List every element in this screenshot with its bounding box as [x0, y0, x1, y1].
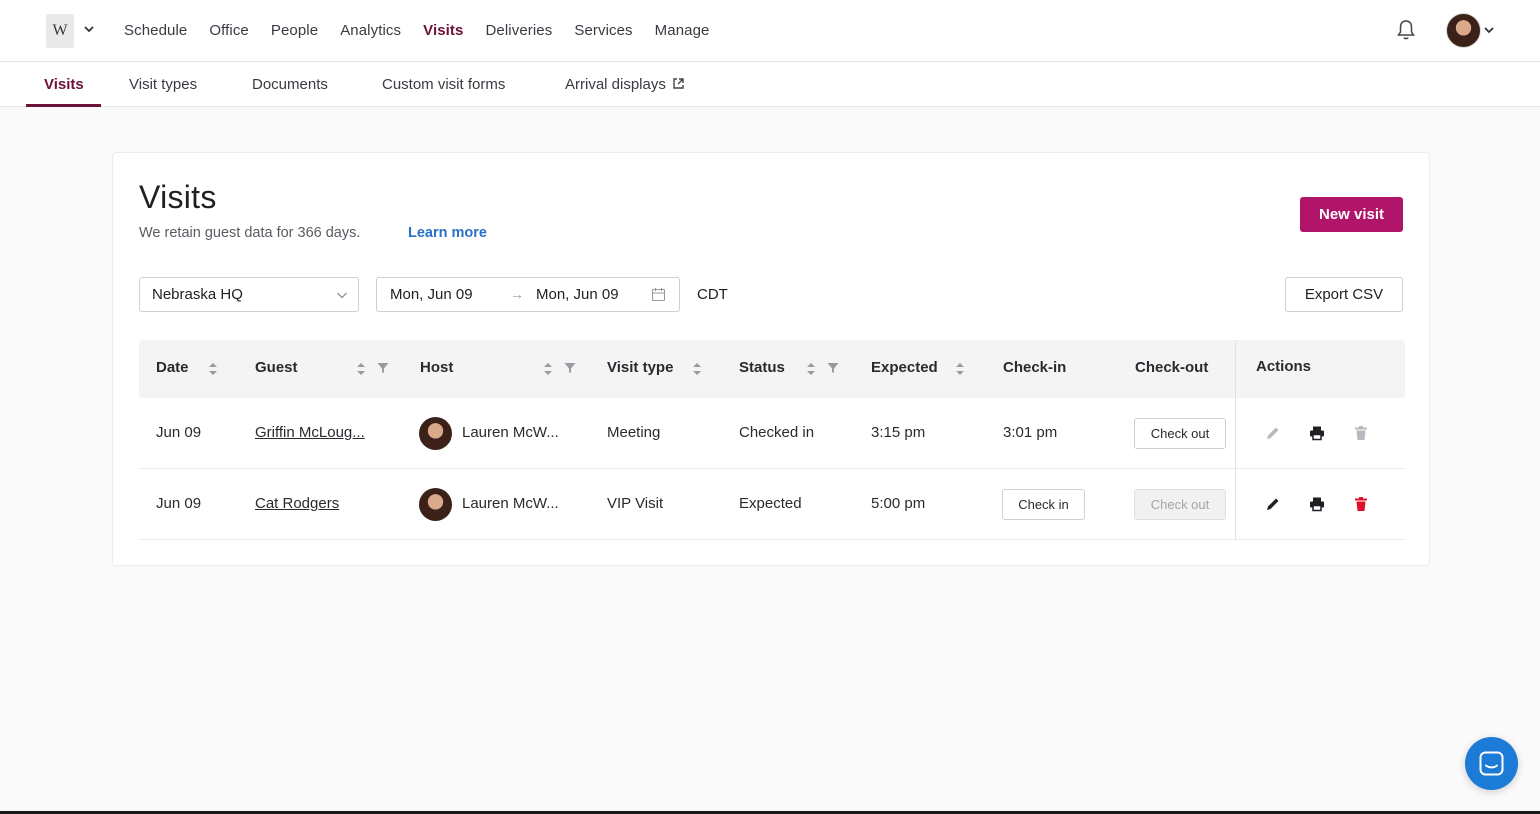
chat-launcher-button[interactable]: [1465, 737, 1518, 790]
sort-icon[interactable]: [955, 361, 965, 377]
edit-icon[interactable]: [1265, 496, 1281, 512]
filter-icon[interactable]: [564, 362, 576, 374]
sort-icon[interactable]: [543, 361, 553, 377]
delete-icon[interactable]: [1353, 425, 1369, 441]
header-check-out: Check-out: [1135, 359, 1209, 376]
nav-schedule[interactable]: Schedule: [124, 20, 187, 42]
header-status[interactable]: Status: [739, 359, 785, 376]
nav-analytics[interactable]: Analytics: [340, 20, 401, 42]
cell-date: Jun 09: [156, 495, 202, 512]
location-value: Nebraska HQ: [152, 286, 243, 303]
nav-services[interactable]: Services: [574, 20, 632, 42]
guest-link[interactable]: Cat Rodgers: [255, 495, 339, 512]
nav-office[interactable]: Office: [209, 20, 249, 42]
export-csv-button[interactable]: Export CSV: [1285, 277, 1403, 312]
calendar-icon: [651, 288, 666, 302]
chevron-down-icon[interactable]: [82, 22, 96, 36]
table-row: Jun 09 Cat Rodgers Lauren McW... VIP Vis…: [139, 469, 1405, 540]
tab-custom-visit-forms[interactable]: Custom visit forms: [382, 76, 505, 93]
column-divider: [1235, 469, 1236, 540]
check-out-button: Check out: [1134, 489, 1226, 520]
cell-host: Lauren McW...: [462, 424, 559, 441]
new-visit-button[interactable]: New visit: [1300, 197, 1403, 232]
edit-icon[interactable]: [1265, 425, 1281, 441]
column-divider: [1235, 340, 1236, 398]
print-icon[interactable]: [1309, 496, 1325, 512]
filter-icon[interactable]: [377, 362, 389, 374]
tab-arrival-displays[interactable]: Arrival displays: [565, 76, 685, 93]
user-avatar[interactable]: [1446, 13, 1481, 48]
filter-icon[interactable]: [827, 362, 839, 374]
cell-status: Expected: [739, 495, 802, 512]
sort-icon[interactable]: [356, 361, 366, 377]
date-start[interactable]: Mon, Jun 09: [390, 286, 473, 303]
tab-visit-types[interactable]: Visit types: [129, 76, 197, 93]
cell-visit-type: VIP Visit: [607, 495, 664, 512]
tab-visits[interactable]: Visits: [44, 76, 84, 93]
cell-expected: 5:00 pm: [871, 495, 926, 512]
chat-icon: [1479, 751, 1504, 776]
header-expected[interactable]: Expected: [871, 359, 938, 376]
external-link-icon: [673, 78, 684, 89]
logo-letter: W: [52, 22, 68, 39]
header-guest[interactable]: Guest: [255, 359, 298, 376]
table-row: Jun 09 Griffin McLoug... Lauren McW... M…: [139, 398, 1405, 469]
cell-expected: 3:15 pm: [871, 424, 926, 441]
date-arrow: →: [510, 286, 524, 302]
nav-deliveries[interactable]: Deliveries: [485, 20, 552, 42]
company-logo[interactable]: W: [46, 14, 74, 48]
location-select[interactable]: Nebraska HQ: [139, 277, 359, 312]
sort-icon[interactable]: [692, 361, 702, 377]
header-visit-type[interactable]: Visit type: [607, 359, 673, 376]
bell-icon[interactable]: [1394, 18, 1418, 42]
column-divider: [1235, 398, 1236, 469]
cell-check-in: 3:01 pm: [1003, 424, 1058, 441]
cell-visit-type: Meeting: [607, 424, 661, 441]
sort-icon[interactable]: [806, 361, 816, 377]
tab-documents[interactable]: Documents: [252, 76, 328, 93]
host-avatar: [419, 488, 452, 521]
top-navbar: W Schedule Office People Analytics Visit…: [0, 0, 1540, 62]
tab-arrival-displays-label: Arrival displays: [565, 76, 666, 93]
timezone-label: CDT: [697, 286, 728, 303]
header-date[interactable]: Date: [156, 359, 189, 376]
page-title: Visits: [139, 179, 217, 215]
check-out-button[interactable]: Check out: [1134, 418, 1226, 449]
guest-link[interactable]: Griffin McLoug...: [255, 424, 365, 441]
nav-manage[interactable]: Manage: [655, 20, 710, 42]
host-avatar: [419, 417, 452, 450]
date-end[interactable]: Mon, Jun 09: [536, 286, 619, 303]
sub-navbar: Visits Visit types Documents Custom visi…: [0, 63, 1540, 107]
header-check-in: Check-in: [1003, 359, 1067, 376]
chevron-down-icon: [337, 292, 347, 299]
check-in-button[interactable]: Check in: [1002, 489, 1085, 520]
cell-status: Checked in: [739, 424, 815, 441]
delete-icon[interactable]: [1353, 496, 1369, 512]
print-icon[interactable]: [1309, 425, 1325, 441]
chevron-down-icon[interactable]: [1483, 24, 1495, 36]
main-nav: Schedule Office People Analytics Visits …: [124, 20, 731, 42]
nav-visits[interactable]: Visits: [423, 20, 463, 42]
date-range-picker[interactable]: Mon, Jun 09 → Mon, Jun 09: [376, 277, 680, 312]
nav-people[interactable]: People: [271, 20, 318, 42]
learn-more-link[interactable]: Learn more: [408, 225, 487, 241]
header-actions: Actions: [1256, 358, 1312, 375]
visits-card: Visits We retain guest data for 366 days…: [112, 152, 1430, 566]
cell-host: Lauren McW...: [462, 495, 559, 512]
active-tab-indicator: [26, 104, 101, 107]
retention-notice: We retain guest data for 366 days.: [139, 225, 361, 241]
table-header: Date Guest Host Visit type Status Expect…: [139, 340, 1405, 398]
header-host[interactable]: Host: [420, 359, 453, 376]
cell-date: Jun 09: [156, 424, 202, 441]
sort-icon[interactable]: [208, 361, 218, 377]
